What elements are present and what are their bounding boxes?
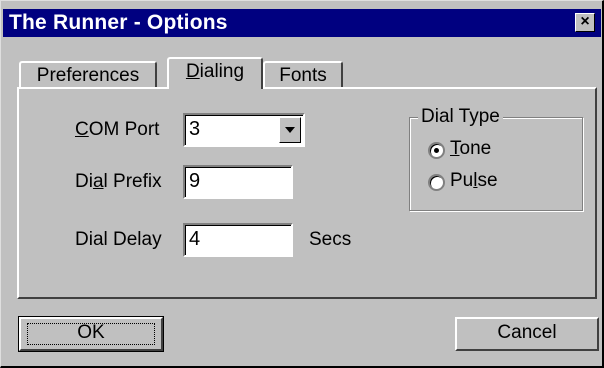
dial-delay-unit: Secs [309,229,352,250]
dial-prefix-label: Dial Prefix [75,171,162,193]
tone-mnemonic: T [450,138,460,159]
close-button[interactable]: × [575,13,595,32]
window-title: The Runner - Options [9,11,228,34]
dial-prefix-label-rest: l Prefix [103,171,162,192]
pulse-label[interactable]: Pulse [450,170,498,192]
tab-dialing-label: Dialing [186,61,244,82]
dial-delay-label: Dial Delay [75,229,162,251]
dialing-tab-panel: COM Port 3 Dial Prefix 9 Dial Delay 4 Se… [17,87,597,299]
tab-preferences-label: Preferences [36,65,140,86]
dial-delay-input[interactable]: 4 [183,223,293,257]
dial-prefix-label-a: Di [75,171,93,192]
dial-delay-label-text: Dial Delay [75,229,162,250]
pulse-radio[interactable] [428,174,445,191]
tab-fonts[interactable]: Fonts [263,61,343,89]
tone-label-rest: one [459,138,492,159]
focus-rect [27,323,155,345]
tab-dialing-label-rest: ialing [199,61,245,82]
tab-fonts-label: Fonts [279,65,327,86]
options-dialog: The Runner - Options × Preferences Diali… [0,0,604,368]
dial-type-group: Dial Type Tone Pulse [409,106,583,211]
com-port-value: 3 [189,118,201,140]
tab-preferences[interactable]: Preferences [19,61,157,89]
dial-prefix-mnemonic: a [92,171,104,192]
pulse-label-rest: se [477,170,498,191]
cancel-label: Cancel [497,322,557,343]
title-bar[interactable]: The Runner - Options × [3,9,601,37]
dial-prefix-value: 9 [189,170,201,192]
com-port-label: COM Port [75,119,159,141]
tone-label[interactable]: Tone [450,138,491,160]
pulse-label-a: Pu [450,170,474,191]
radio-selected-dot [434,148,439,153]
tab-dialing-mnemonic: D [185,61,200,82]
cancel-button[interactable]: Cancel [455,317,599,351]
com-port-mnemonic: C [75,119,89,140]
tone-radio[interactable] [428,142,445,159]
dial-prefix-input[interactable]: 9 [183,165,293,199]
dial-delay-value: 4 [189,228,201,250]
close-icon: × [580,13,590,30]
chevron-down-icon[interactable] [279,117,301,143]
ok-button[interactable]: OK [18,316,164,352]
dial-type-legend: Dial Type [418,106,503,128]
com-port-label-rest: OM Port [88,119,160,140]
com-port-select[interactable]: 3 [183,113,305,147]
tab-dialing[interactable]: Dialing [167,57,263,89]
